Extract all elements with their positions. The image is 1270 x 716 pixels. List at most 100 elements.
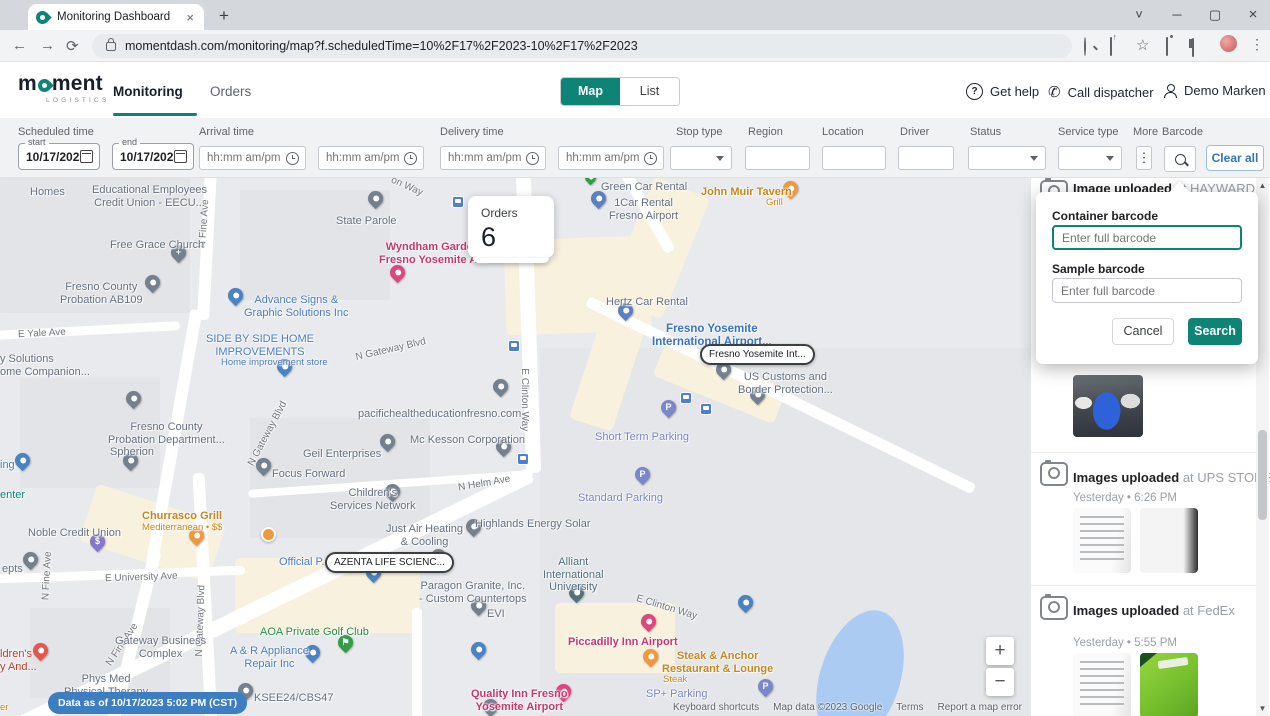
reload-icon[interactable]: ⟳ <box>66 37 79 55</box>
toggle-list-button[interactable]: List <box>620 78 679 105</box>
terms-link[interactable]: Terms <box>896 702 923 713</box>
service-type-select[interactable] <box>1058 146 1122 170</box>
more-filters-kebab-button[interactable]: ⋮ <box>1136 146 1152 170</box>
filter-label-more: More <box>1133 126 1158 138</box>
extensions-puzzle-icon[interactable] <box>1166 38 1168 56</box>
map-poi-label: KSEE24/CBS47 <box>254 692 334 705</box>
get-help-link[interactable]: ?Get help <box>966 83 1039 100</box>
region-value[interactable] <box>753 152 809 164</box>
scroll-down-icon[interactable]: ▼ <box>1258 704 1267 713</box>
thumbnail-row <box>1073 375 1143 437</box>
profile-avatar[interactable] <box>1220 35 1237 57</box>
map-poi-label: Short Term Parking <box>595 431 689 444</box>
calendar-icon[interactable] <box>80 150 93 163</box>
browser-menu-kebab-icon[interactable]: ⋮ <box>1250 36 1264 53</box>
scroll-up-icon[interactable]: ▲ <box>1258 181 1267 190</box>
bus-stop-icon[interactable] <box>700 403 712 415</box>
feed-divider <box>1031 585 1257 586</box>
bus-stop-icon[interactable] <box>517 453 529 465</box>
window-minimize-button[interactable]: ─ <box>1162 2 1192 28</box>
delivery-start-time-input[interactable] <box>440 146 546 170</box>
map-poi-label: Fresno County Probation Department... <box>108 421 225 446</box>
photo-thumbnail[interactable] <box>1073 375 1143 437</box>
sample-barcode-input[interactable] <box>1052 278 1242 303</box>
call-dispatcher-link[interactable]: ✆Call dispatcher <box>1048 83 1154 101</box>
map-poi-label: Paragon Granite, Inc. - Custom Counterto… <box>419 580 527 605</box>
cancel-button[interactable]: Cancel <box>1112 318 1174 345</box>
arrival-start-value[interactable] <box>207 152 286 164</box>
location-input[interactable] <box>822 146 886 170</box>
map-canvas[interactable]: N Fine AveN Fine AveN Fine AveE Yale Ave… <box>0 178 1030 716</box>
scheduled-start-value[interactable] <box>26 150 80 164</box>
logo-subtitle: LOGISTICS <box>46 97 109 104</box>
user-menu[interactable]: Demo Marken <box>1163 83 1266 98</box>
filter-label-barcode: Barcode <box>1162 126 1203 138</box>
arrival-end-value[interactable] <box>326 152 404 164</box>
clock-icon[interactable] <box>286 152 299 165</box>
arrival-end-time-input[interactable] <box>318 146 424 170</box>
container-barcode-input[interactable] <box>1052 225 1242 250</box>
location-value[interactable] <box>830 152 885 164</box>
map-zoom-out-button[interactable]: − <box>986 668 1014 696</box>
photo-thumbnail[interactable] <box>1073 508 1131 573</box>
toggle-map-button[interactable]: Map <box>561 78 620 105</box>
delivery-end-value[interactable] <box>566 152 644 164</box>
map-pin-gray[interactable] <box>20 549 41 570</box>
page-zoom-icon[interactable] <box>1084 38 1086 56</box>
region-input[interactable] <box>745 146 810 170</box>
delivery-start-value[interactable] <box>448 152 526 164</box>
search-button[interactable]: Search <box>1188 318 1242 345</box>
scrollbar-thumb[interactable] <box>1258 430 1267 520</box>
driver-value[interactable] <box>906 152 953 164</box>
map-pin-parkP[interactable]: P <box>658 397 679 418</box>
scheduled-end-date-input[interactable]: end <box>112 143 194 170</box>
orders-cluster-card[interactable]: Orders 6 <box>468 196 554 258</box>
bookmark-star-icon[interactable]: ☆ <box>1136 36 1149 54</box>
share-icon[interactable] <box>1110 38 1112 56</box>
driver-input[interactable] <box>898 146 954 170</box>
side-panel-icon[interactable] <box>1192 39 1194 57</box>
bus-stop-icon[interactable] <box>452 196 464 208</box>
clock-icon[interactable] <box>404 152 417 165</box>
order-marker-pill[interactable]: Fresno Yosemite Int... <box>700 344 815 365</box>
nav-tab-monitoring[interactable]: Monitoring <box>113 84 183 99</box>
clock-icon[interactable] <box>526 152 539 165</box>
status-select[interactable] <box>968 146 1046 170</box>
delivery-end-time-input[interactable] <box>558 146 664 170</box>
report-map-error-link[interactable]: Report a map error <box>938 702 1022 713</box>
photo-thumbnail[interactable] <box>1073 653 1131 716</box>
map-pin-parkP[interactable]: P <box>755 676 776 697</box>
url-field[interactable]: momentdash.com/monitoring/map?f.schedule… <box>92 34 1072 58</box>
keyboard-shortcuts-link[interactable]: Keyboard shortcuts <box>673 702 759 713</box>
tab-close-icon[interactable]: × <box>184 10 196 25</box>
stop-type-select[interactable] <box>670 146 732 170</box>
map-zoom-in-button[interactable]: + <box>986 637 1014 665</box>
order-marker-pill[interactable]: AZENTA LIFE SCIENC... <box>325 552 454 573</box>
window-maximize-button[interactable]: ▢ <box>1200 2 1230 28</box>
bus-stop-icon[interactable] <box>508 340 520 352</box>
map-pin-gray[interactable] <box>490 376 511 397</box>
photo-thumbnail[interactable] <box>1140 653 1198 716</box>
forward-icon[interactable]: → <box>40 37 55 54</box>
bus-stop-icon[interactable] <box>680 392 692 404</box>
barcode-search-button[interactable] <box>1164 146 1196 172</box>
map-pin-parkP[interactable]: P <box>632 464 653 485</box>
map-pin-blue[interactable] <box>468 639 489 660</box>
calendar-icon[interactable] <box>174 150 187 163</box>
window-close-button[interactable]: × <box>1238 2 1268 28</box>
browser-tab[interactable]: Monitoring Dashboard × <box>28 4 204 30</box>
back-icon[interactable]: ← <box>12 37 27 54</box>
scheduled-end-value[interactable] <box>120 150 174 164</box>
new-tab-button[interactable]: + <box>212 5 236 29</box>
street-label: N Gateway Blvd <box>355 336 427 363</box>
arrival-start-time-input[interactable] <box>199 146 306 170</box>
tab-search-icon[interactable]: ˅ <box>1124 2 1154 28</box>
clock-icon[interactable] <box>644 152 657 165</box>
map-pin-greenSmall[interactable] <box>583 178 599 185</box>
map-pin-dotOrange[interactable] <box>261 527 276 542</box>
scheduled-start-date-input[interactable]: start <box>18 143 100 170</box>
nav-tab-orders[interactable]: Orders <box>210 84 251 99</box>
clear-all-filters-button[interactable]: Clear all <box>1206 145 1264 171</box>
photo-thumbnail[interactable] <box>1140 508 1198 573</box>
moment-logistics-logo[interactable]: mment LOGISTICS <box>18 72 109 104</box>
